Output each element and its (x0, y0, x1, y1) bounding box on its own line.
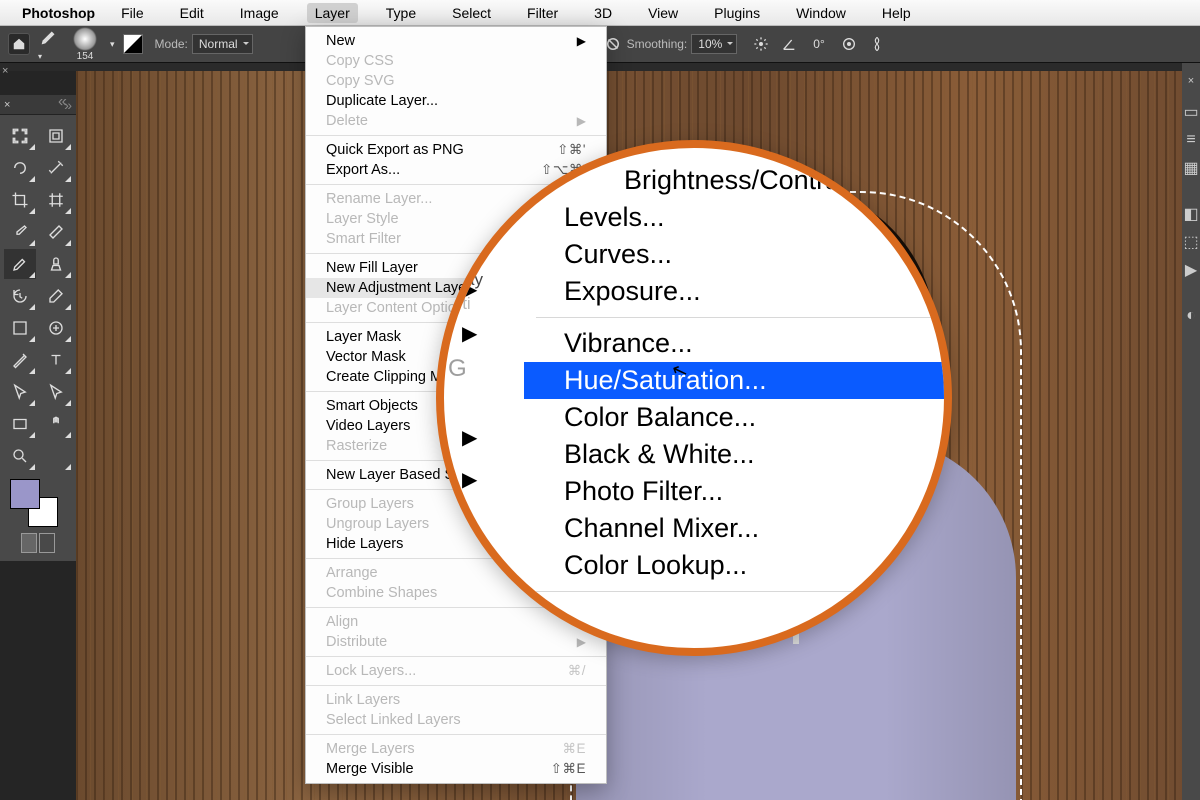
smoothing-select[interactable]: 10% (691, 34, 737, 54)
dots-tool[interactable] (40, 441, 72, 471)
move-tool[interactable] (4, 121, 36, 151)
adjustment-vibrance-[interactable]: Vibrance... (524, 325, 944, 362)
angle-icon[interactable] (779, 34, 799, 54)
menu-item-copy-svg: Copy SVG (306, 71, 606, 91)
menu-select[interactable]: Select (444, 3, 499, 23)
adjustment-exposure-[interactable]: Exposure... (524, 273, 944, 310)
adjustment-hue-saturation-[interactable]: Hue/Saturation...↖ (524, 362, 944, 399)
menu-window[interactable]: Window (788, 3, 854, 23)
dock-close-icon[interactable]: × (1182, 75, 1200, 87)
path-select-tool[interactable] (4, 377, 36, 407)
menu-filter[interactable]: Filter (519, 3, 566, 23)
adjustment-photo-filter-[interactable]: Photo Filter... (524, 473, 944, 510)
adjustment-color-balance-[interactable]: Color Balance... (524, 399, 944, 436)
menu-edge-text: New Adjustment Lay Layer Content Opti (436, 270, 488, 314)
eyedropper-tool[interactable] (4, 217, 36, 247)
quick-mask-toggle[interactable] (4, 533, 72, 553)
menu-layer[interactable]: Layer (307, 3, 358, 23)
panel-close-icon[interactable]: × (4, 99, 10, 111)
menu-3d[interactable]: 3D (586, 3, 620, 23)
artboard-tool[interactable] (40, 121, 72, 151)
menu-item-select-linked-layers: Select Linked Layers (306, 710, 606, 730)
panel-icon[interactable]: ≡ (1182, 127, 1200, 153)
menu-item-distribute: Distribute▶ (306, 632, 606, 652)
brush-preview[interactable]: 154 (66, 27, 104, 62)
menu-item-merge-visible[interactable]: Merge Visible⇧⌘E (306, 759, 606, 779)
menu-item-link-layers: Link Layers (306, 690, 606, 710)
lasso-tool[interactable] (4, 153, 36, 183)
hand-tool[interactable] (40, 409, 72, 439)
ruler-tool[interactable] (40, 217, 72, 247)
submenu-arrow-icon: ▶ (462, 321, 477, 346)
menu-view[interactable]: View (640, 3, 686, 23)
menu-shortcut-edge: ⌘G (436, 354, 469, 383)
angle-value[interactable]: 0° (813, 37, 824, 51)
menu-item-quick-export-as-png[interactable]: Quick Export as PNG⇧⌘' (306, 140, 606, 160)
smoothing-label: Smoothing: (627, 37, 688, 51)
menu-item-new[interactable]: New▶ (306, 31, 606, 51)
adjustment-brightness-contrast[interactable]: Brightness/Contrast (584, 162, 944, 199)
crop-tool[interactable] (4, 185, 36, 215)
history-brush-tool[interactable] (4, 281, 36, 311)
macos-menubar: Photoshop File Edit Image Layer Type Select Fi… (0, 0, 1200, 26)
brush-tool[interactable] (4, 249, 36, 279)
gradient-tool[interactable] (4, 313, 36, 343)
dodge-tool[interactable] (40, 313, 72, 343)
menu-item-copy-css: Copy CSS (306, 51, 606, 71)
mode-label: Mode: (155, 37, 188, 51)
menu-image[interactable]: Image (232, 3, 287, 23)
menu-type[interactable]: Type (378, 3, 424, 23)
rectangle-tool[interactable] (4, 409, 36, 439)
panel-icon[interactable]: ▶ (1182, 257, 1200, 283)
submenu-arrow-icon: ▶ (462, 425, 477, 450)
tool-preset-icon[interactable]: ▾ (38, 26, 60, 62)
panel-icon[interactable]: ⬚ (1182, 229, 1200, 255)
zoom-tool[interactable] (4, 441, 36, 471)
eraser-tool[interactable] (40, 281, 72, 311)
adjustment-channel-mixer-[interactable]: Channel Mixer... (524, 510, 944, 547)
stamp-tool[interactable] (40, 249, 72, 279)
menu-help[interactable]: Help (874, 3, 919, 23)
adjustment-levels-[interactable]: Levels... (524, 199, 944, 236)
toolbox-collapse-icon[interactable]: » (58, 93, 67, 111)
menu-item-duplicate-layer-[interactable]: Duplicate Layer... (306, 91, 606, 111)
foreground-color[interactable] (10, 479, 40, 509)
menu-plugins[interactable]: Plugins (706, 3, 768, 23)
menu-item-lock-layers-: Lock Layers...⌘/ (306, 661, 606, 681)
pen-tool[interactable] (4, 345, 36, 375)
panel-icon[interactable]: ▦ (1182, 155, 1200, 181)
submenu-arrow-icon: ▶ (462, 467, 477, 492)
tab-close-icon[interactable]: × (2, 65, 8, 77)
menu-file[interactable]: File (113, 3, 152, 23)
tools-panel: ×» (0, 95, 76, 561)
panel-icon[interactable]: ▭ (1182, 99, 1200, 125)
menu-item-delete: Delete▶ (306, 111, 606, 131)
gear-icon[interactable] (751, 34, 771, 54)
type-tool[interactable] (40, 345, 72, 375)
zoom-callout: ▶ ▶ ▶ ▶ New Adjustment Lay Layer Content… (436, 140, 952, 656)
adjustment-curves-[interactable]: Curves... (524, 236, 944, 273)
app-name[interactable]: Photoshop (22, 5, 95, 21)
adjustment-submenu: Brightness/ContrastLevels...Curves...Exp… (524, 162, 944, 599)
home-button[interactable] (8, 33, 30, 55)
brush-toggle-icon[interactable] (123, 34, 143, 54)
magic-wand-tool[interactable] (40, 153, 72, 183)
color-swatches[interactable] (10, 479, 58, 527)
menu-edit[interactable]: Edit (172, 3, 212, 23)
pressure-icon[interactable] (839, 34, 859, 54)
adjustment-black-white-[interactable]: Black & White... (524, 436, 944, 473)
menu-item-merge-layers: Merge Layers⌘E (306, 739, 606, 759)
cursor-icon: ↖ (669, 358, 692, 385)
panel-icon[interactable]: ◧ (1182, 201, 1200, 227)
direct-select-tool[interactable] (40, 377, 72, 407)
symmetry-icon[interactable] (867, 34, 887, 54)
panel-icon[interactable]: ◐ (1182, 303, 1200, 329)
frame-tool[interactable] (40, 185, 72, 215)
blend-mode-select[interactable]: Normal (192, 34, 253, 54)
right-panel-dock: × ▭ ≡ ▦ ◧ ⬚ ▶ ◐ (1182, 63, 1200, 800)
adjustment-color-lookup-[interactable]: Color Lookup... (524, 547, 944, 584)
